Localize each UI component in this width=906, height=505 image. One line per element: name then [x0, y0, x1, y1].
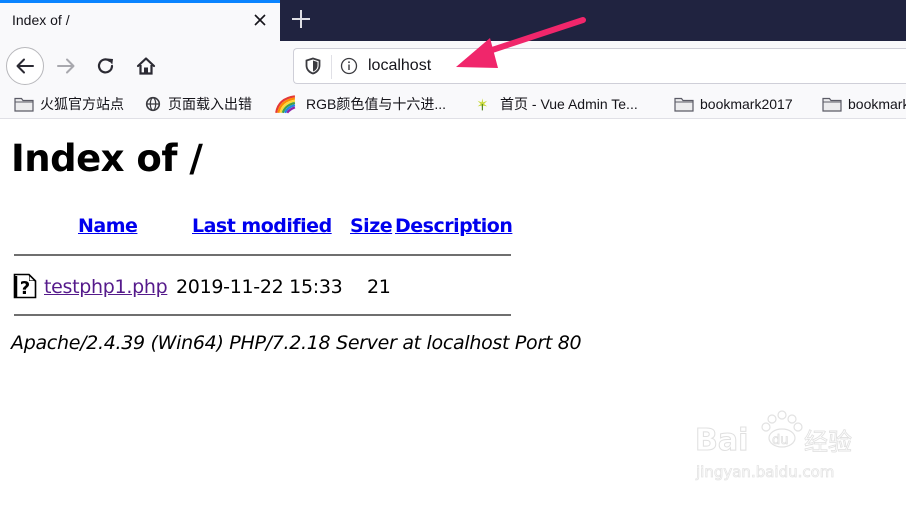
reload-icon	[97, 58, 114, 74]
bookmark-item[interactable]: bookmark2017	[674, 93, 793, 115]
tab-title: Index of /	[12, 12, 70, 28]
column-header-size[interactable]: Size	[350, 215, 393, 237]
svg-text:?: ?	[20, 278, 30, 299]
bookmarks-toolbar: 火狐官方站点 页面载入出错 RGB颜色值与十六进... 首页 - Vue Adm…	[0, 89, 906, 119]
bookmark-label: bookmark2017	[700, 96, 793, 112]
rainbow-icon	[275, 95, 296, 114]
file-size: 21	[367, 276, 391, 298]
bookmark-label: 火狐官方站点	[40, 96, 124, 112]
bookmark-label: bookmark	[848, 96, 906, 112]
divider	[14, 254, 511, 256]
tracking-protection-shield-icon[interactable]	[304, 57, 322, 75]
folder-icon	[14, 97, 34, 112]
home-button[interactable]	[128, 48, 164, 84]
bookmark-label: RGB颜色值与十六进...	[306, 96, 447, 112]
file-last-modified: 2019-11-22 15:33	[176, 276, 343, 298]
page-title: Index of /	[11, 137, 203, 180]
column-header-name[interactable]: Name	[78, 215, 138, 237]
folder-icon	[674, 97, 694, 112]
watermark-brand2: du	[772, 433, 789, 448]
url-separator	[331, 55, 332, 79]
home-icon	[136, 57, 156, 75]
server-signature: Apache/2.4.39 (Win64) PHP/7.2.18 Server …	[11, 332, 582, 354]
baidu-jingyan-watermark: Bai du 经验 jingyan.baidu.com	[695, 410, 852, 481]
file-link[interactable]: testphp1.php	[44, 276, 168, 298]
arrow-right-icon	[57, 58, 75, 74]
bookmark-item[interactable]: RGB颜色值与十六进...	[274, 93, 446, 115]
globe-icon	[145, 96, 161, 112]
watermark-brand: Bai	[695, 423, 748, 458]
bookmark-item[interactable]: 页面载入出错	[144, 93, 252, 115]
bookmark-item[interactable]: bookmark	[822, 93, 906, 115]
info-icon[interactable]	[340, 57, 358, 75]
bookmark-item[interactable]: 火狐官方站点	[14, 93, 124, 115]
watermark-cn: 经验	[804, 428, 852, 456]
back-button[interactable]	[6, 47, 44, 85]
reload-button[interactable]	[88, 48, 124, 84]
column-header-description[interactable]: Description	[395, 215, 513, 237]
tab-strip: Index of /	[0, 0, 906, 41]
plus-icon	[292, 10, 310, 28]
folder-icon	[822, 97, 842, 112]
sparkle-icon	[477, 98, 488, 111]
column-header-last-modified[interactable]: Last modified	[192, 215, 332, 237]
forward-button[interactable]	[48, 48, 84, 84]
bookmark-label: 首页 - Vue Admin Te...	[500, 96, 638, 112]
url-text[interactable]: localhost	[368, 57, 431, 75]
new-tab-button[interactable]	[287, 5, 315, 33]
bookmark-label: 页面载入出错	[168, 96, 252, 112]
bookmark-item[interactable]: 首页 - Vue Admin Te...	[476, 93, 638, 115]
unknown-file-icon: ?	[13, 273, 37, 299]
url-bar[interactable]: localhost	[293, 48, 906, 84]
arrow-left-icon	[16, 58, 34, 74]
tab-index[interactable]: Index of /	[0, 0, 280, 41]
watermark-domain: jingyan.baidu.com	[695, 463, 834, 481]
close-icon[interactable]	[249, 9, 271, 31]
divider	[14, 314, 511, 316]
